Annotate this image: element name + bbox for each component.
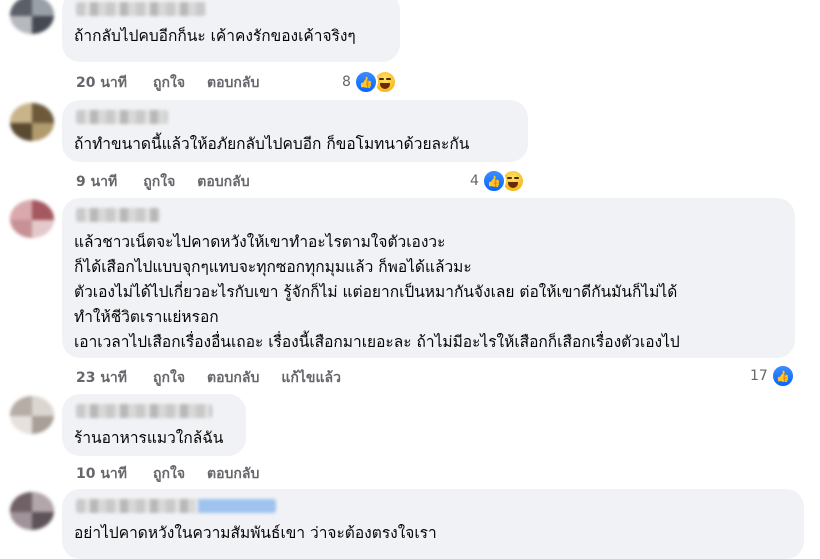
comment-text: ร้านอาหารแมวใกล้ฉัน: [74, 426, 234, 451]
author-name-blurred[interactable]: [76, 110, 168, 124]
comment-actions: 9 นาที ถูกใจ ตอบกลับ: [76, 171, 272, 193]
like-icon: 👍: [770, 364, 795, 388]
comment-actions: 10 นาที ถูกใจ ตอบกลับ: [76, 463, 281, 485]
comment-text: ถ้ากลับไปคบอีกก็นะ เค้าคงรักของเค้าจริงๆ: [74, 24, 388, 49]
reaction-summary[interactable]: 17 👍: [750, 364, 795, 388]
avatar[interactable]: [10, 0, 54, 34]
reply-button[interactable]: ตอบกลับ: [207, 466, 259, 482]
comment-text-line: ร้านอาหารแมวใกล้ฉัน: [74, 429, 224, 447]
comment-actions: 20 นาที ถูกใจ ตอบกลับ: [76, 72, 281, 94]
avatar[interactable]: [10, 492, 54, 530]
reaction-count: 4: [470, 173, 479, 189]
comment-bubble: ร้านอาหารแมวใกล้ฉัน: [62, 394, 246, 456]
reaction-count: 8: [342, 74, 351, 90]
avatar[interactable]: [10, 396, 54, 434]
comment-text-line: อย่าไปคาดหวังในความสัมพันธ์เขา ว่าจะต้อง…: [74, 524, 437, 542]
author-name-blurred[interactable]: [76, 208, 160, 222]
avatar[interactable]: [10, 103, 54, 141]
comment-text: แล้วชาวเน็ตจะไปคาดหวังให้เขาทำอะไรตามใจต…: [74, 230, 783, 355]
reply-button[interactable]: ตอบกลับ: [207, 370, 259, 386]
like-button[interactable]: ถูกใจ: [153, 75, 185, 91]
like-icon: 👍: [353, 70, 378, 94]
comment-bubble: ถ้าทำขนาดนี้แล้วให้อภัยกลับไปคบอีก ก็ขอโ…: [62, 100, 528, 162]
comment-text-line: ตัวเองไม่ได้ไปเกี่ยวอะไรกับเขา รู้จักก็ไ…: [74, 283, 678, 301]
author-name-blurred[interactable]: [76, 404, 212, 418]
timestamp[interactable]: 23 นาที: [76, 370, 127, 386]
like-icon: 👍: [481, 169, 506, 193]
avatar[interactable]: [10, 200, 54, 238]
comment-bubble: อย่าไปคาดหวังในความสัมพันธ์เขา ว่าจะต้อง…: [62, 489, 804, 559]
comment-actions: 23 นาที ถูกใจ ตอบกลับ แก้ไขแล้ว: [76, 367, 363, 389]
timestamp[interactable]: 20 นาที: [76, 75, 127, 91]
edited-label: แก้ไขแล้ว: [281, 370, 341, 386]
comment-text-line: เอาเวลาไปเสือกเรื่องอื่นเถอะ เรื่องนี้เส…: [74, 333, 680, 351]
like-button[interactable]: ถูกใจ: [153, 466, 185, 482]
reply-button[interactable]: ตอบกลับ: [207, 75, 259, 91]
comment-text-line: แล้วชาวเน็ตจะไปคาดหวังให้เขาทำอะไรตามใจต…: [74, 233, 446, 251]
timestamp[interactable]: 9 นาที: [76, 174, 117, 190]
author-name-blurred[interactable]: [76, 499, 276, 513]
reaction-summary[interactable]: 4 👍: [470, 169, 525, 193]
comment-text-line: ก็ได้เสือกไปแบบจุกๆแทบจะทุกซอกทุกมุมแล้ว…: [74, 258, 472, 276]
timestamp[interactable]: 10 นาที: [76, 466, 127, 482]
author-name-blurred[interactable]: [76, 2, 206, 16]
reaction-count: 17: [750, 368, 768, 384]
comment-text: ถ้าทำขนาดนี้แล้วให้อภัยกลับไปคบอีก ก็ขอโ…: [74, 132, 516, 157]
comment-bubble: ถ้ากลับไปคบอีกก็นะ เค้าคงรักของเค้าจริงๆ: [62, 0, 400, 62]
like-button[interactable]: ถูกใจ: [143, 174, 175, 190]
like-button[interactable]: ถูกใจ: [153, 370, 185, 386]
comment-text: อย่าไปคาดหวังในความสัมพันธ์เขา ว่าจะต้อง…: [74, 521, 792, 546]
reply-button[interactable]: ตอบกลับ: [197, 174, 249, 190]
comment-text-line: ถ้ากลับไปคบอีกก็นะ เค้าคงรักของเค้าจริงๆ: [74, 27, 356, 45]
comment-text-line: ถ้าทำขนาดนี้แล้วให้อภัยกลับไปคบอีก ก็ขอโ…: [74, 135, 470, 153]
comment-bubble: แล้วชาวเน็ตจะไปคาดหวังให้เขาทำอะไรตามใจต…: [62, 198, 795, 358]
reaction-summary[interactable]: 8 👍: [342, 70, 397, 94]
comment-text-line: ทำให้ชีวิตเราแย่หรอก: [74, 308, 219, 326]
